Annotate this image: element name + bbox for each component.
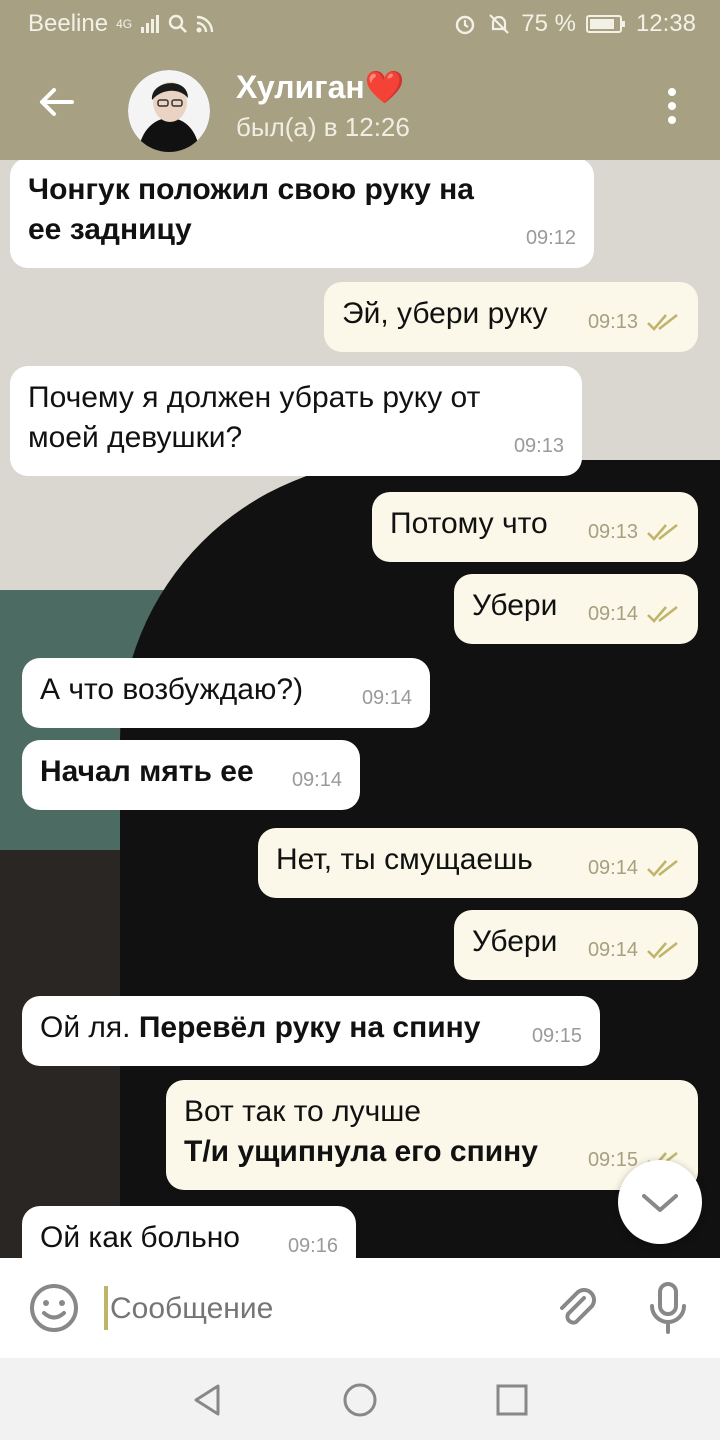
- message-text-part: Почему я должен убрать руку от моей деву…: [28, 381, 481, 454]
- message-time: 09:12: [526, 218, 576, 258]
- mute-bell-icon: [489, 14, 510, 34]
- incoming-message[interactable]: Чонгук положил свою руку на ее задницу 09…: [10, 160, 594, 268]
- message-text: А что возбуждаю?): [40, 670, 340, 710]
- more-menu-icon[interactable]: [660, 86, 684, 126]
- battery-percent: 75 %: [521, 10, 576, 37]
- carrier-label: Beeline: [28, 10, 109, 37]
- outgoing-message[interactable]: Убери 09:14: [454, 910, 698, 980]
- read-receipt-double-check-icon: [647, 859, 678, 877]
- message-composer: [0, 1258, 720, 1358]
- status-bar: Beeline 4G 75 % 12:38: [0, 0, 720, 48]
- message-time: 09:14: [362, 678, 412, 718]
- outgoing-message[interactable]: Потому что 09:13: [372, 492, 698, 562]
- search-icon: [168, 14, 187, 33]
- message-text-bold: Чонгук положил свою руку на ее задницу: [28, 173, 474, 246]
- read-receipt-double-check-icon: [647, 313, 678, 331]
- message-timestamp: 09:13: [587, 521, 638, 543]
- message-text: Потому что: [390, 504, 568, 544]
- message-timestamp: 09:14: [587, 939, 638, 961]
- alarm-icon: [456, 15, 475, 35]
- chevron-down-icon: [642, 1194, 678, 1212]
- message-time: 09:14: [588, 930, 680, 970]
- incoming-message[interactable]: Почему я должен убрать руку от моей деву…: [10, 366, 582, 476]
- message-time: 09:16: [288, 1226, 338, 1258]
- message-timestamp: 09:15: [531, 1025, 582, 1047]
- message-timestamp: 09:14: [587, 603, 638, 625]
- outgoing-message[interactable]: Убери 09:14: [454, 574, 698, 644]
- message-time: 09:15: [532, 1016, 582, 1056]
- message-text: Убери: [472, 922, 568, 962]
- nav-home-icon[interactable]: [340, 1380, 380, 1420]
- status-right: 75 % 12:38: [453, 10, 696, 38]
- signal-icon: [141, 15, 160, 33]
- message-text: Эй, убери руку: [342, 294, 568, 334]
- message-text: Убери: [472, 586, 568, 626]
- outgoing-message[interactable]: Нет, ты смущаешь 09:14: [258, 828, 698, 898]
- message-text-part: Убери: [472, 589, 558, 622]
- message-text: Почему я должен убрать руку от моей деву…: [28, 378, 492, 458]
- message-timestamp: 09:12: [525, 227, 576, 249]
- incoming-message[interactable]: А что возбуждаю?) 09:14: [22, 658, 430, 728]
- chat-header: Хулиган❤️ был(а) в 12:26: [0, 48, 720, 160]
- message-time: 09:13: [514, 426, 564, 466]
- battery-icon: [585, 15, 625, 33]
- scroll-down-button[interactable]: [618, 1160, 702, 1244]
- message-text-part: Эй, убери руку: [342, 297, 548, 330]
- incoming-message[interactable]: Ой ля. Перевёл руку на спину 09:15: [22, 996, 600, 1066]
- contact-name[interactable]: Хулиган❤️: [236, 68, 405, 106]
- message-time: 09:14: [588, 848, 680, 888]
- message-timestamp: 09:14: [361, 687, 412, 709]
- read-receipt-double-check-icon: [647, 605, 678, 623]
- message-text-bold: Начал мять ее: [40, 755, 254, 788]
- message-text: Начал мять ее: [40, 752, 270, 792]
- nav-recents-icon[interactable]: [492, 1380, 532, 1420]
- message-text-part: А что возбуждаю?): [40, 673, 304, 706]
- message-time: 09:13: [588, 512, 680, 552]
- message-text-bold: Перевёл руку на спину: [138, 1011, 481, 1044]
- message-timestamp: 09:14: [587, 857, 638, 879]
- message-time: 09:13: [588, 302, 680, 342]
- message-text: Вот так то лучше Т/и ущипнула его спину: [184, 1092, 568, 1172]
- incoming-message[interactable]: Ой как больно 09:16: [22, 1206, 356, 1258]
- message-timestamp: 09:14: [291, 769, 342, 791]
- network-label: 4G: [116, 17, 133, 31]
- clock: 12:38: [635, 10, 696, 37]
- message-text-part: Убери: [472, 925, 558, 958]
- microphone-icon[interactable]: [644, 1280, 692, 1336]
- attach-icon[interactable]: [552, 1284, 600, 1332]
- message-text: Нет, ты смущаешь: [276, 840, 568, 880]
- message-time: 09:14: [292, 760, 342, 800]
- read-receipt-double-check-icon: [647, 941, 678, 959]
- emoji-icon[interactable]: [28, 1282, 80, 1334]
- message-text-part: Потому что: [390, 507, 548, 540]
- nav-back-icon[interactable]: [188, 1380, 228, 1420]
- status-left: Beeline 4G: [28, 10, 214, 38]
- message-text-part: Ой ля.: [40, 1011, 139, 1044]
- message-text: Ой как больно: [40, 1218, 266, 1258]
- back-arrow-icon[interactable]: [36, 82, 76, 122]
- chat-area[interactable]: Чонгук положил свою руку на ее задницу 09…: [0, 160, 720, 1258]
- incoming-message[interactable]: Начал мять ее 09:14: [22, 740, 360, 810]
- message-text-part: Ой как больно: [40, 1221, 240, 1254]
- message-timestamp: 09:13: [587, 311, 638, 333]
- message-input[interactable]: [108, 1286, 512, 1332]
- message-text-part: Вот так то лучше: [184, 1095, 421, 1128]
- rss-icon: [196, 15, 214, 33]
- message-timestamp: 09:16: [287, 1235, 338, 1257]
- last-seen-status: был(а) в 12:26: [236, 112, 410, 142]
- read-receipt-double-check-icon: [647, 523, 678, 541]
- message-text-bold: Т/и ущипнула его спину: [184, 1135, 538, 1168]
- message-text: Ой ля. Перевёл руку на спину: [40, 1008, 510, 1048]
- avatar-image: [128, 70, 210, 152]
- message-timestamp: 09:13: [513, 435, 564, 457]
- message-time: 09:14: [588, 594, 680, 634]
- message-text-part: Нет, ты смущаешь: [276, 843, 533, 876]
- system-nav-bar: [0, 1358, 720, 1440]
- contact-avatar[interactable]: [128, 70, 210, 152]
- outgoing-message[interactable]: Эй, убери руку 09:13: [324, 282, 698, 352]
- message-text: Чонгук положил свою руку на ее задницу: [28, 170, 504, 250]
